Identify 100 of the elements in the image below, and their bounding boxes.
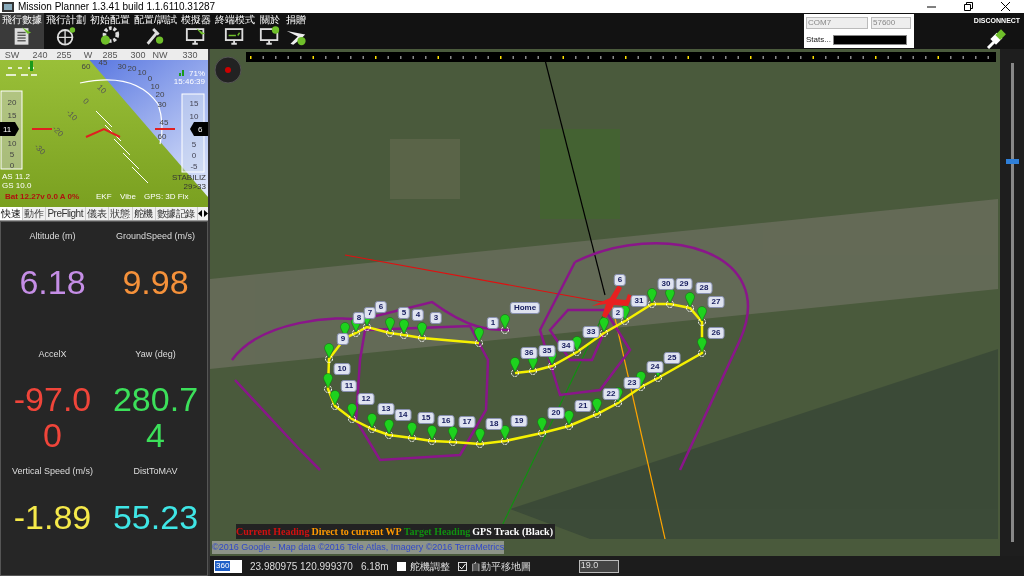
roll-scale-label: 30 — [117, 62, 127, 71]
panel-tab[interactable]: 快速 — [0, 207, 24, 220]
altitude-tick-label: 5 — [191, 140, 197, 149]
menu-tab[interactable]: 配置/調試 — [132, 13, 179, 49]
altitude-pointer — [190, 122, 208, 136]
altitude-reading: 6 — [198, 125, 203, 134]
speed-tick-label: 10 — [7, 139, 17, 148]
checkbox-label: 舵機調整 — [409, 559, 450, 574]
waypoint-label: 25 — [663, 352, 681, 364]
maximize-icon[interactable] — [964, 2, 973, 11]
waypoint-label: 1 — [486, 317, 500, 329]
heading-label: 255 — [56, 50, 72, 60]
menu-tab[interactable]: 終端模式 — [212, 13, 257, 49]
panel-tab[interactable]: 狀態 — [109, 207, 133, 220]
roll-scale-label: 20 — [127, 64, 137, 73]
waypoint-label: 36 — [520, 347, 538, 359]
roll-scale-label: 60 — [81, 62, 91, 71]
battery-remaining: 71% — [189, 69, 205, 78]
roll-scale-label: 10 — [150, 82, 160, 91]
roll-scale-label: 45 — [98, 58, 108, 67]
checkbox[interactable] — [396, 561, 406, 571]
quick-view-label: DistToMAV — [133, 465, 178, 479]
heading-label: 330 — [182, 50, 198, 60]
waypoint-label: 8 — [352, 312, 366, 324]
roll-scale-label: 0 — [147, 74, 153, 83]
menu-tab[interactable]: 關於 — [256, 13, 283, 49]
waypoint-label: 9 — [336, 333, 350, 345]
pitch-ladder-label: -20 — [50, 123, 66, 139]
close-icon[interactable] — [1001, 2, 1010, 11]
quick-view-value: -1.89 — [13, 498, 92, 535]
heading-label: SW — [4, 50, 20, 60]
panel-tab[interactable]: 儀表 — [86, 207, 110, 220]
waypoint-label: 2 — [611, 307, 625, 319]
heading-label: NW — [152, 50, 168, 60]
waypoint-label: 16 — [437, 415, 455, 427]
legend-entry: Target Heading — [403, 525, 471, 539]
quick-view-label: AccelX — [38, 347, 67, 361]
groundspeed-reading: GS 10.0 — [2, 181, 32, 190]
waypoint-label: 12 — [357, 393, 375, 405]
gear-plus-icon — [99, 25, 121, 46]
zoom-slider-thumb[interactable] — [1005, 158, 1019, 164]
menu-tab[interactable]: 模擬器 — [178, 13, 213, 49]
scroll-arrows-icon[interactable] — [198, 210, 209, 217]
gps-status: GPS: 3D Fix — [144, 192, 189, 201]
compass-icon — [214, 56, 242, 84]
waypoint-label: 30 — [657, 278, 675, 290]
panel-tab[interactable]: 數據記錄 — [155, 207, 199, 220]
coordinate-format-field[interactable]: 360 — [214, 559, 242, 573]
roll-scale-label: 10 — [137, 68, 147, 77]
quick-view-value: 280.74 — [111, 381, 200, 454]
app-logo-icon — [2, 1, 14, 12]
speed-tick-label: 20 — [7, 98, 17, 107]
panel-tab[interactable]: PreFlight — [46, 207, 87, 220]
legend-entry: GPS Track (Black) — [472, 525, 553, 539]
roll-scale-label: 20 — [155, 90, 165, 99]
speed-pointer — [0, 122, 19, 136]
waypoint-label: 33 — [582, 326, 600, 338]
waypoint-label: 13 — [377, 403, 395, 415]
panel-tab[interactable]: 動作 — [23, 207, 47, 220]
position-readout: 23.980975 120.999370 — [250, 559, 353, 574]
waypoint-label: 3 — [429, 312, 443, 324]
checkbox[interactable] — [457, 561, 467, 571]
ekf-status: EKF — [96, 192, 112, 201]
monitor-plane-icon — [184, 25, 207, 46]
roll-scale-label: 60 — [157, 132, 167, 141]
quick-view-value: 6.18 — [19, 263, 86, 300]
waypoint-label: 4 — [411, 309, 425, 321]
altitude-readout: 6.18m — [360, 559, 389, 574]
map-attribution: ©2016 Google - Map data ©2016 Tele Atlas, Imagery ©2016 TerraMetrics — [212, 540, 505, 554]
waypoint-label: Home — [509, 302, 541, 314]
waypoint-label: 6 — [374, 301, 388, 313]
quick-view-value: 55.23 — [112, 498, 199, 535]
menu-tab[interactable]: 初始配置 — [88, 13, 132, 49]
waypoint-label: 27 — [707, 296, 725, 308]
speed-tick-label: 5 — [9, 150, 15, 159]
quick-view-value: -97.00 — [12, 381, 93, 454]
plane-label: 6 — [613, 274, 627, 286]
zoom-field[interactable]: 19.0 — [578, 559, 619, 573]
pitch-ladder-label: -10 — [64, 107, 80, 123]
altitude-tick-label: -5 — [190, 162, 198, 171]
panel-tab[interactable]: 舵機 — [132, 207, 156, 220]
signal-bars-icon — [179, 70, 184, 76]
waypoint-label: 20 — [547, 407, 565, 419]
waypoint-label: 29 — [675, 278, 693, 290]
waypoint-label: 22 — [602, 388, 620, 400]
menu-tab[interactable]: 飛行數據 — [0, 13, 44, 49]
vibe-status: Vibe — [120, 192, 136, 201]
speed-reading: 11 — [3, 125, 12, 134]
menu-tab[interactable]: 飛行計劃 — [44, 13, 88, 49]
waypoint-label: 34 — [557, 340, 575, 352]
roll-scale-label: 45 — [159, 118, 169, 127]
waypoint-label: 31 — [630, 295, 648, 307]
menu-tab[interactable]: 捐贈 — [282, 13, 309, 49]
checkbox-label: 自動平移地圖 — [470, 559, 531, 574]
satellite-map-photo[interactable] — [210, 49, 1000, 556]
waypoint-label: 15 — [417, 412, 435, 424]
speed-tick-label: 15 — [7, 111, 17, 120]
stats-dropdown[interactable] — [832, 34, 907, 45]
waypoint-label: 23 — [623, 377, 641, 389]
monitor-question-icon — [258, 25, 281, 46]
